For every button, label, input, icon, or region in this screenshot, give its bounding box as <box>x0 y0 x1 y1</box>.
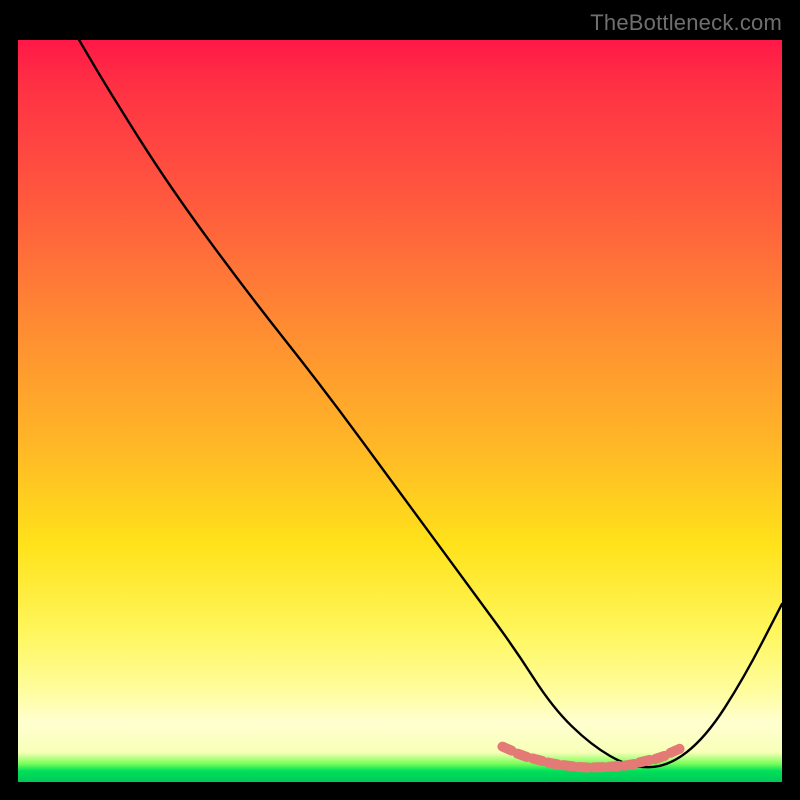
highlight-markers <box>496 740 686 773</box>
credit-text: TheBottleneck.com <box>590 10 782 36</box>
bottleneck-curve <box>79 40 782 767</box>
plot-area <box>18 40 782 782</box>
chart-container: TheBottleneck.com <box>0 0 800 800</box>
chart-svg <box>18 40 782 782</box>
